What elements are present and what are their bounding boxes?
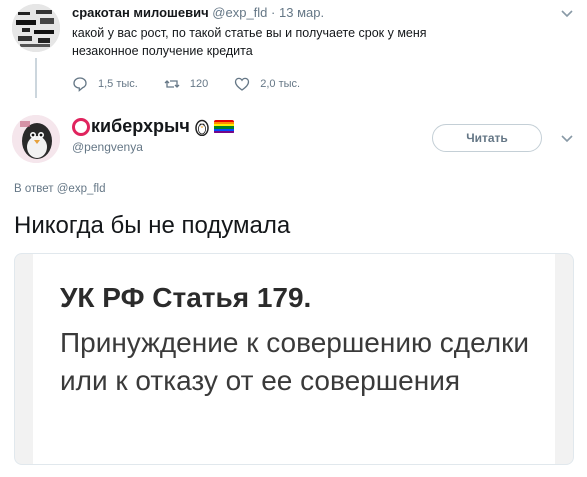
- reply-count: 1,5 тыс.: [98, 78, 138, 90]
- penguin-emoji-icon: [195, 119, 209, 136]
- author-block: киберхрыч @pengvenya: [72, 116, 234, 154]
- parent-header: сракотан милошевич @exp_fld · 13 мар.: [72, 5, 324, 20]
- reply-icon: [73, 77, 87, 92]
- parent-avatar-image: [12, 4, 60, 52]
- chevron-down-icon[interactable]: [559, 5, 575, 21]
- parent-author-name[interactable]: сракотан милошевич: [72, 5, 209, 20]
- dot-separator: ·: [271, 5, 276, 20]
- parent-author-handle[interactable]: @exp_fld: [212, 5, 267, 20]
- image-title: УК РФ Статья 179.: [60, 282, 312, 313]
- like-count: 2,0 тыс.: [260, 78, 301, 90]
- rainbow-flag-icon: [213, 119, 234, 134]
- parent-date[interactable]: 13 мар.: [279, 5, 324, 20]
- reply-context: В ответ @exp_fld: [14, 183, 106, 195]
- follow-button[interactable]: Читать: [432, 124, 542, 152]
- author-name: киберхрыч: [91, 116, 190, 136]
- image-body: Принуждение к совершению сделки или к от…: [60, 327, 529, 396]
- retweet-icon: [164, 80, 180, 88]
- reply-prefix: В ответ: [14, 183, 54, 195]
- parent-actions: 1,5 тыс. 120 2,0 тыс.: [72, 76, 326, 92]
- parent-tweet: сракотан милошевич @exp_fld · 13 мар. ка…: [0, 0, 587, 98]
- image-content: УК РФ Статья 179. Принуждение к совершен…: [33, 254, 555, 464]
- retweet-button[interactable]: 120: [164, 76, 208, 92]
- author-avatar[interactable]: [12, 115, 60, 163]
- like-button[interactable]: 2,0 тыс.: [234, 76, 300, 92]
- red-circle-emoji: [72, 117, 90, 136]
- author-handle[interactable]: @pengvenya: [72, 140, 234, 154]
- tweet-text: Никогда бы не подумала: [14, 212, 291, 239]
- heart-icon: [235, 77, 250, 91]
- retweet-count: 120: [189, 78, 209, 90]
- author-avatar-image: [12, 115, 60, 163]
- attached-image[interactable]: УК РФ Статья 179. Принуждение к совершен…: [14, 253, 574, 465]
- chevron-down-icon[interactable]: [559, 130, 575, 146]
- parent-avatar[interactable]: [12, 4, 60, 52]
- author-name-row[interactable]: киберхрыч: [72, 116, 234, 137]
- parent-tweet-text: какой у вас рост, по такой статье вы и п…: [72, 26, 427, 58]
- thread-line: [35, 58, 37, 98]
- reply-handle-link[interactable]: @exp_fld: [57, 183, 106, 195]
- reply-button[interactable]: 1,5 тыс.: [72, 76, 138, 92]
